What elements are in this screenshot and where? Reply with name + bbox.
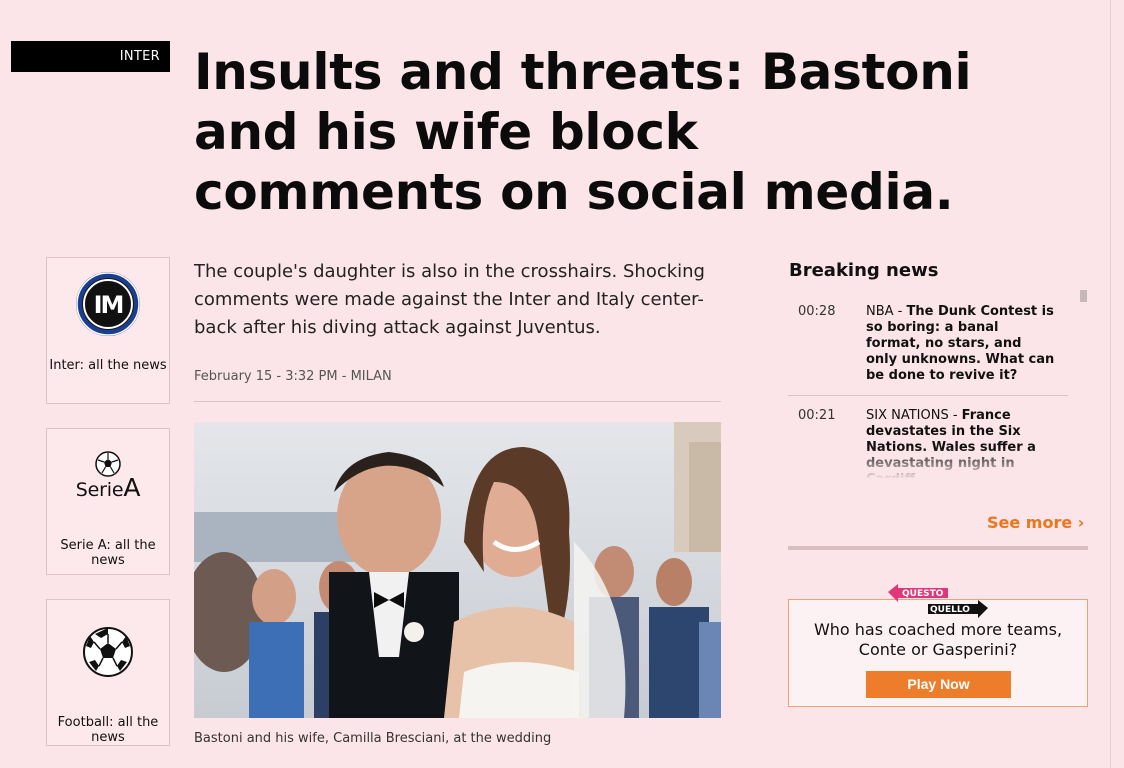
wedding-photo-illustration <box>194 422 721 718</box>
news-time: 00:28 <box>798 304 836 319</box>
questo-quello-logo: QUESTO QUELLO <box>888 584 988 618</box>
serie-a-logo-icon: SerieA <box>76 449 140 503</box>
football-icon <box>82 620 134 683</box>
article-dateline: February 15 - 3:32 PM - MILAN <box>194 369 392 384</box>
news-category: SIX NATIONS - <box>866 408 962 423</box>
breaking-news-title: Breaking news <box>789 260 939 281</box>
page-scrollbar[interactable] <box>1110 0 1124 768</box>
news-text: NBA - The Dunk Contest is so boring: a b… <box>866 304 1056 395</box>
news-category: NBA - <box>866 304 907 319</box>
photo-caption: Bastoni and his wife, Camilla Bresciani,… <box>194 731 552 746</box>
inter-logo-icon: IM <box>75 271 141 337</box>
play-now-button[interactable]: Play Now <box>866 671 1011 698</box>
article-headline: Insults and threats: Bastoni and his wif… <box>194 43 972 221</box>
serie-a-logo-letter: A <box>123 473 141 502</box>
sidebar-card-label: Serie A: all the news <box>60 538 156 568</box>
scrollbar-thumb[interactable] <box>1080 290 1087 302</box>
svg-text:IM: IM <box>94 291 123 319</box>
list-item[interactable]: 00:28 NBA - The Dunk Contest is so borin… <box>788 292 1068 396</box>
quiz-logo-top: QUESTO <box>902 589 944 599</box>
sidebar-card-label: Football: all the news <box>57 715 159 745</box>
sidebar-card-inter[interactable]: IM Inter: all the news <box>46 257 170 404</box>
section-tag[interactable]: INTER <box>11 41 170 72</box>
quiz-question: Who has coached more teams, Conte or Gas… <box>813 620 1063 659</box>
sidebar-card-serie-a[interactable]: SerieA Serie A: all the news <box>46 428 170 575</box>
breaking-news-scrollbar[interactable] <box>1080 290 1088 480</box>
article-standfirst: The couple's daughter is also in the cro… <box>194 261 705 338</box>
serie-a-logo-text: Serie <box>75 479 124 501</box>
news-fade-overlay <box>788 448 1068 480</box>
article-photo[interactable] <box>194 422 721 718</box>
widget-divider <box>788 546 1088 550</box>
quiz-logo-bottom: QUELLO <box>930 605 970 615</box>
see-more-link[interactable]: See more › <box>987 513 1084 532</box>
divider <box>194 401 721 402</box>
sidebar-card-label: Inter: all the news <box>49 358 167 373</box>
sidebar-card-football[interactable]: Football: all the news <box>46 599 170 746</box>
